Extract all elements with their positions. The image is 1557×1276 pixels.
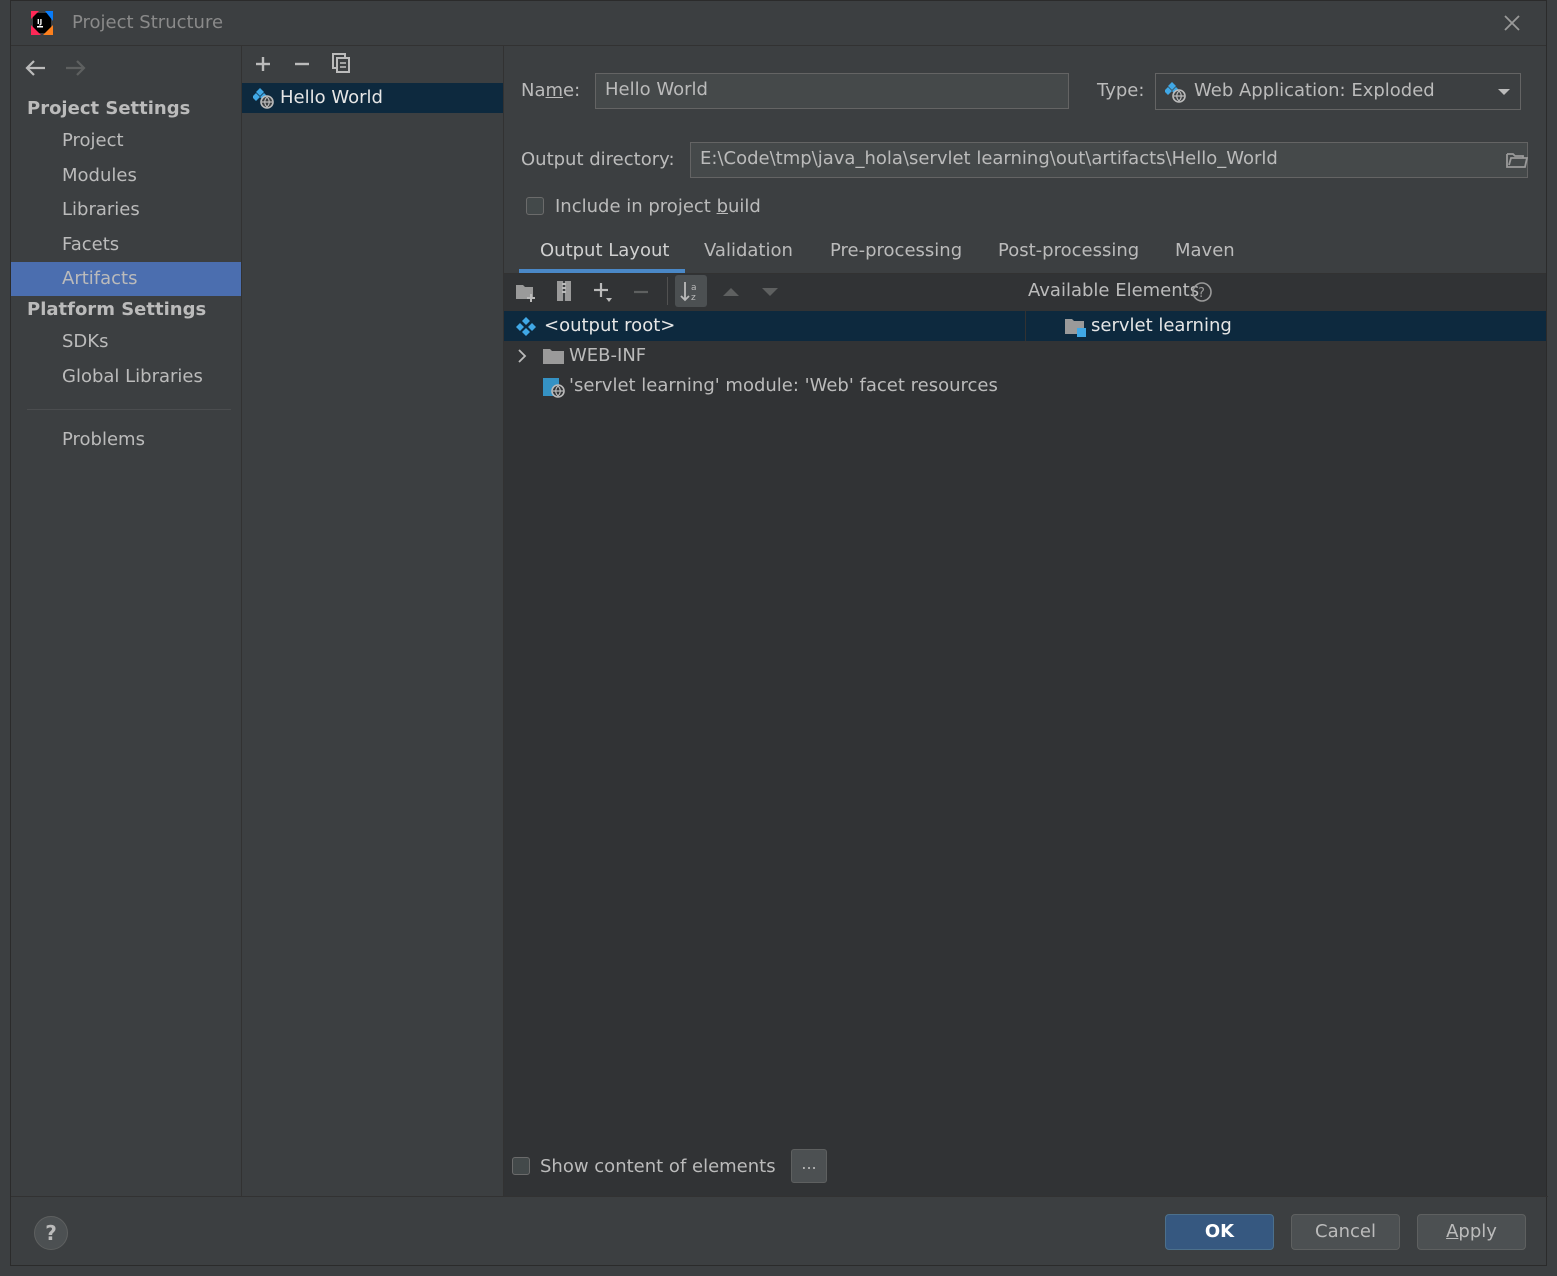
back-arrow-icon[interactable] (24, 58, 48, 78)
title-bar: IJ Project Structure (11, 1, 1546, 46)
add-copy-of-icon[interactable] (592, 281, 614, 303)
ok-button[interactable]: OK (1165, 1214, 1274, 1250)
sidebar-item-problems[interactable]: Problems (11, 423, 241, 457)
web-facet-icon (543, 378, 565, 398)
sidebar-item-project[interactable]: Project (11, 124, 241, 158)
footer-divider (11, 1196, 1548, 1197)
move-up-icon[interactable] (720, 281, 742, 303)
output-layout-panel: a z Available Elements ? <output root> s… (504, 274, 1546, 1196)
web-artifact-icon (253, 88, 274, 109)
module-folder-icon (1065, 319, 1086, 337)
artifact-editor: Name: Hello World Type: Web Application:… (504, 46, 1546, 1196)
sidebar-item-sdks[interactable]: SDKs (11, 325, 241, 359)
svg-text:IJ: IJ (37, 18, 42, 26)
include-in-build-checkbox[interactable] (526, 197, 544, 215)
platform-settings-header: Platform Settings (27, 299, 207, 320)
intellij-logo-icon: IJ (31, 11, 53, 35)
chevron-right-icon[interactable] (515, 348, 529, 364)
tree-label-facet-resources: 'servlet learning' module: 'Web' facet r… (569, 375, 998, 396)
folder-open-icon[interactable] (1506, 151, 1528, 169)
tab-validation[interactable]: Validation (704, 240, 793, 261)
svg-text:z: z (691, 293, 696, 302)
tree-label-output-root: <output root> (544, 315, 676, 336)
name-input[interactable]: Hello World (595, 73, 1069, 109)
show-content-label: Show content of elements (540, 1156, 776, 1177)
sort-elements-toggle[interactable]: a z (675, 275, 707, 307)
new-directory-icon[interactable] (515, 281, 537, 303)
tab-maven[interactable]: Maven (1175, 240, 1235, 261)
project-settings-header: Project Settings (27, 98, 191, 119)
folder-icon (543, 349, 564, 364)
sidebar-item-global-libraries[interactable]: Global Libraries (11, 360, 241, 394)
move-down-icon[interactable] (759, 281, 781, 303)
window-title: Project Structure (72, 12, 224, 33)
name-label: Name: (521, 80, 581, 101)
settings-sidebar: Project Settings Project Modules Librari… (11, 46, 242, 1196)
tree-row-output-root[interactable]: <output root> servlet learning (504, 311, 1546, 341)
tree-label-web-inf: WEB-INF (569, 345, 647, 366)
remove-icon[interactable] (291, 53, 313, 75)
cancel-button[interactable]: Cancel (1291, 1214, 1400, 1250)
sidebar-item-facets[interactable]: Facets (11, 228, 241, 262)
type-dropdown[interactable]: Web Application: Exploded (1155, 73, 1521, 110)
remove-element-icon[interactable] (631, 281, 653, 303)
output-directory-label: Output directory: (521, 149, 675, 170)
forward-arrow-icon[interactable] (63, 58, 87, 78)
svg-text:a: a (691, 283, 697, 293)
tab-output-layout[interactable]: Output Layout (540, 240, 669, 261)
sidebar-item-artifacts[interactable]: Artifacts (11, 262, 241, 296)
close-icon[interactable] (1502, 13, 1522, 33)
type-label: Type: (1097, 80, 1145, 101)
toolbar-separator (667, 277, 668, 305)
apply-button[interactable]: Apply (1417, 1214, 1526, 1250)
help-circle-icon[interactable]: ? (1191, 281, 1213, 303)
tree-row-web-inf[interactable]: WEB-INF (504, 341, 1024, 371)
available-elements-label: Available Elements (1028, 280, 1200, 301)
sidebar-item-modules[interactable]: Modules (11, 159, 241, 193)
type-value: Web Application: Exploded (1194, 80, 1435, 101)
tab-post-processing[interactable]: Post-processing (998, 240, 1139, 261)
create-archive-icon[interactable] (553, 280, 575, 302)
help-button[interactable]: ? (34, 1216, 68, 1250)
artifact-list-item[interactable]: Hello World (242, 83, 503, 113)
svg-text:?: ? (1198, 286, 1205, 301)
output-directory-input[interactable]: E:\Code\tmp\java_hola\servlet learning\o… (690, 142, 1528, 178)
tab-pre-processing[interactable]: Pre-processing (830, 240, 962, 261)
include-in-build-label: Include in project build (555, 196, 761, 217)
project-structure-dialog: IJ Project Structure Project Settings Pr… (10, 0, 1548, 1266)
web-artifact-icon (1165, 82, 1186, 103)
copy-icon[interactable] (330, 52, 352, 74)
sidebar-divider (27, 409, 231, 410)
artifact-name: Hello World (280, 87, 383, 108)
available-element-module: servlet learning (1091, 315, 1232, 336)
artifacts-list-panel: Hello World (242, 46, 504, 1196)
sort-alpha-icon: a z (680, 282, 697, 302)
sidebar-item-libraries[interactable]: Libraries (11, 193, 241, 227)
ellipsis-button[interactable]: ... (791, 1149, 827, 1183)
pane-divider (1025, 311, 1026, 341)
tree-row-facet-resources[interactable]: 'servlet learning' module: 'Web' facet r… (504, 371, 1024, 401)
chevron-down-icon (1498, 89, 1510, 95)
show-content-checkbox[interactable] (512, 1157, 530, 1175)
add-icon[interactable] (252, 53, 274, 75)
output-root-icon (516, 317, 536, 336)
